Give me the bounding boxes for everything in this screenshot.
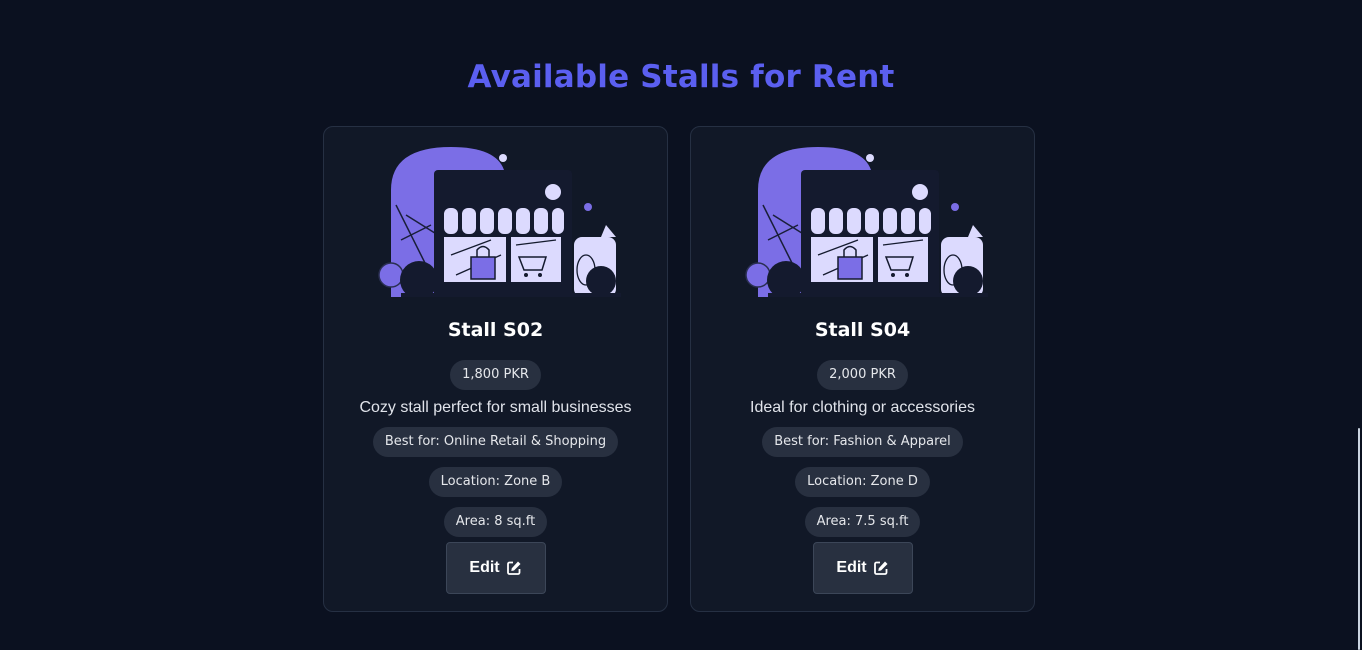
- stall-description: Ideal for clothing or accessories: [750, 399, 975, 416]
- price-badge: 2,000 PKR: [817, 360, 908, 390]
- stall-card: Stall S02 1,800 PKR Cozy stall perfect f…: [323, 126, 668, 612]
- edit-button-label: Edit: [469, 559, 500, 576]
- edit-button-label: Edit: [836, 559, 867, 576]
- stall-card: Stall S04 2,000 PKR Ideal for clothing o…: [690, 126, 1035, 612]
- page-title: Available Stalls for Rent: [467, 58, 895, 95]
- best-for-badge: Best for: Fashion & Apparel: [762, 427, 963, 457]
- area-badge: Area: 8 sq.ft: [443, 507, 548, 537]
- area-badge: Area: 7.5 sq.ft: [804, 507, 921, 537]
- storefront-illustration: [377, 147, 621, 297]
- edit-icon: [506, 561, 521, 575]
- location-badge: Location: Zone B: [428, 467, 563, 497]
- location-badge: Location: Zone D: [795, 467, 930, 497]
- edit-button[interactable]: Edit: [812, 542, 913, 594]
- storefront-illustration: [744, 147, 988, 297]
- stall-description: Cozy stall perfect for small businesses: [359, 399, 632, 416]
- stall-name: Stall S02: [447, 319, 544, 341]
- stall-name: Stall S04: [814, 319, 911, 341]
- page-scrollbar[interactable]: [1358, 428, 1360, 650]
- edit-button[interactable]: Edit: [445, 542, 546, 594]
- best-for-badge: Best for: Online Retail & Shopping: [372, 427, 619, 457]
- price-badge: 1,800 PKR: [450, 360, 541, 390]
- edit-icon: [873, 561, 888, 575]
